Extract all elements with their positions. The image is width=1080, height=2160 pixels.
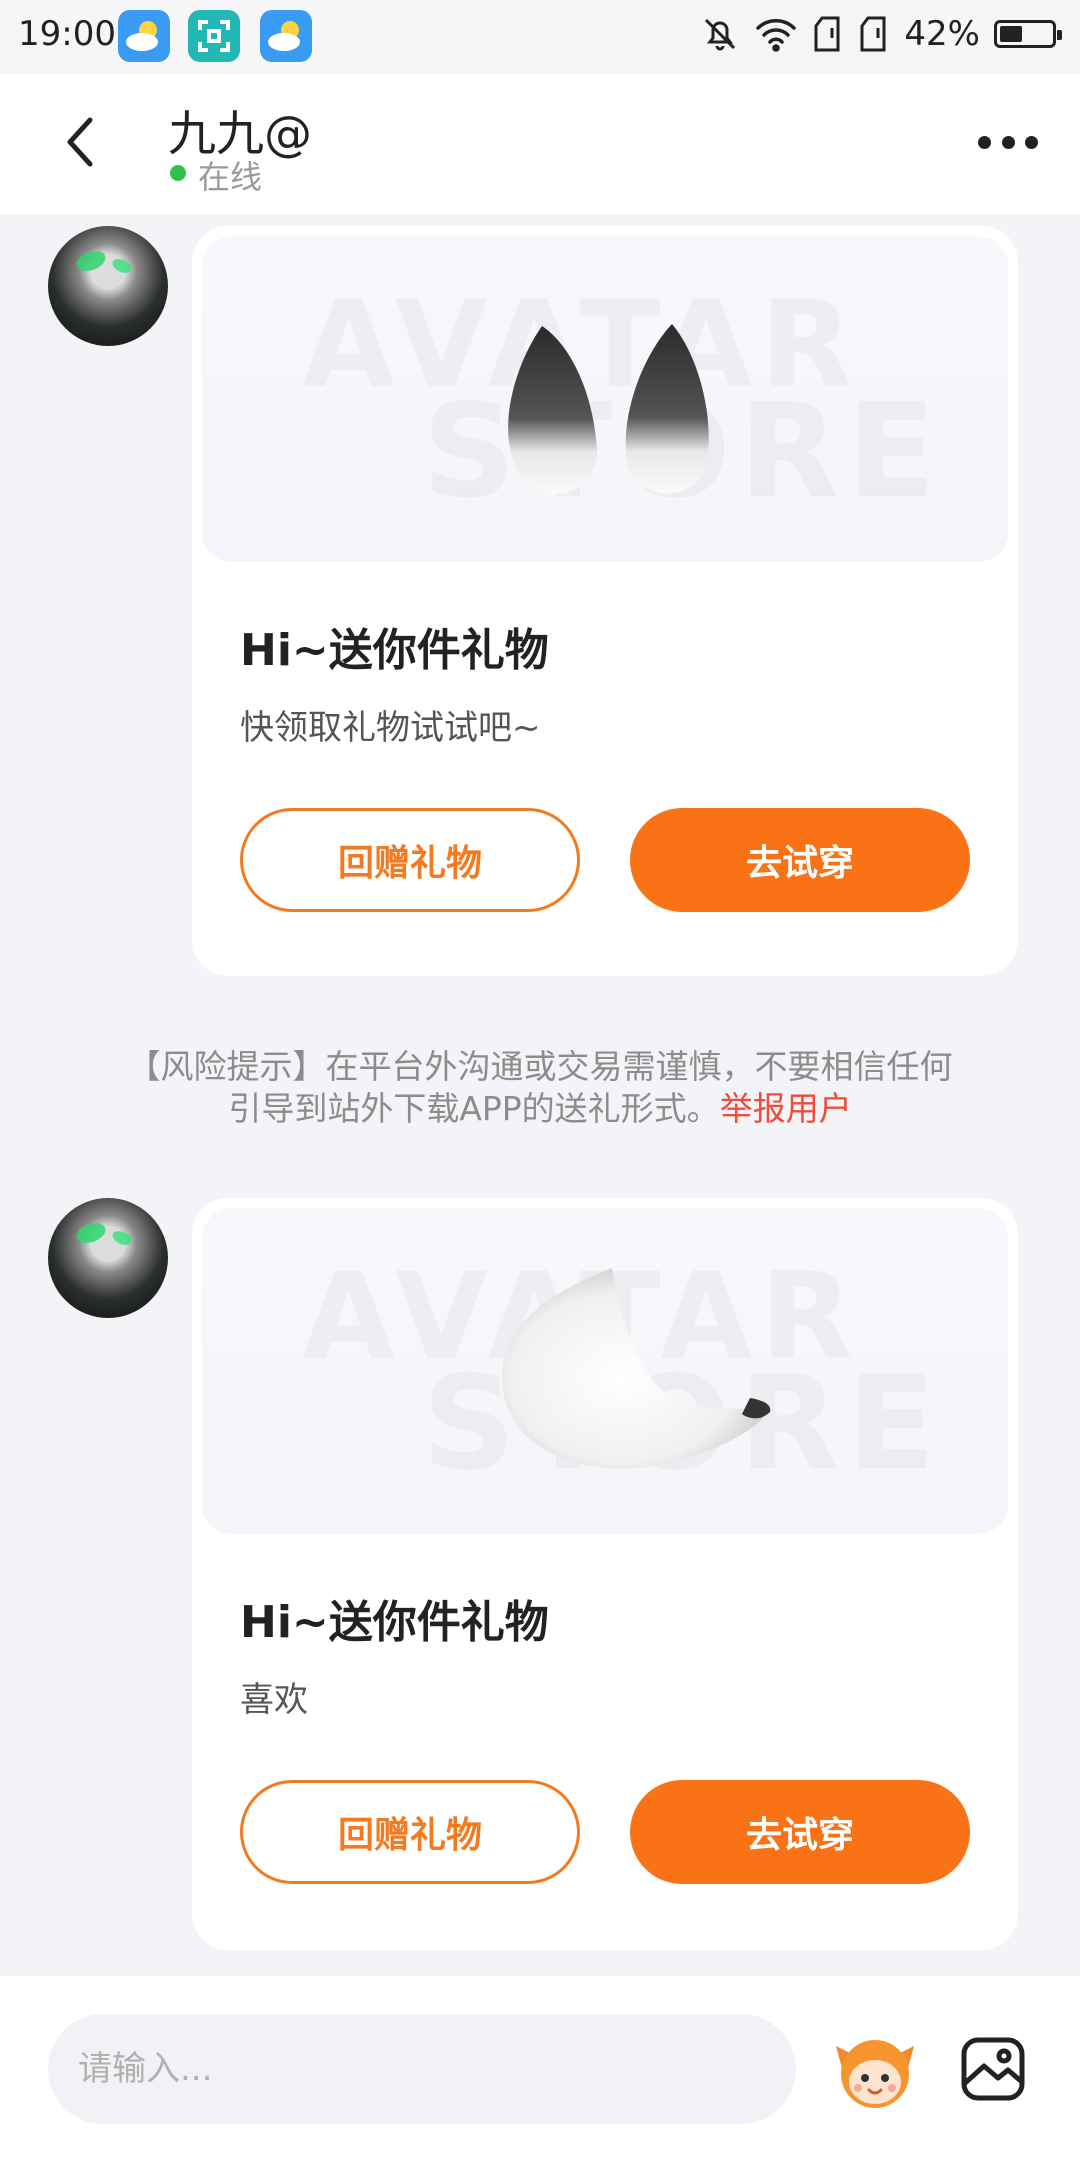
chevron-left-icon <box>67 117 93 167</box>
weather-icon <box>118 10 170 62</box>
message-input[interactable] <box>48 2014 796 2124</box>
mascot-emoji-icon <box>836 2040 914 2108</box>
gift-image[interactable]: AVATAR STORE <box>202 1208 1008 1534</box>
fox-tail-image <box>502 1268 771 1469</box>
status-bar: 19:00 42% <box>0 0 1080 74</box>
gift-image[interactable]: AVATAR STORE <box>202 236 1008 562</box>
sim-icon <box>860 16 886 52</box>
gift-card: AVATAR STORE Hi~送你件礼物 快领取礼物试试吧~ 回赠礼物 去试穿 <box>192 226 1018 976</box>
battery-icon <box>994 20 1062 48</box>
risk-notice: 【风险提示】在平台外沟通或交易需谨慎，不要相信任何 引导到站外下载APP的送礼形… <box>80 1046 1000 1130</box>
gift-title: Hi~送你件礼物 <box>240 625 549 676</box>
online-status: 在线 <box>198 158 263 196</box>
sender-avatar[interactable] <box>48 226 168 346</box>
more-dot <box>1025 135 1038 149</box>
back-button[interactable] <box>58 112 108 172</box>
gift-message: 快领取礼物试试吧~ <box>240 708 541 748</box>
online-indicator <box>170 165 186 181</box>
more-dot <box>1001 135 1015 149</box>
more-dots-icon <box>978 135 991 149</box>
input-bar <box>0 1976 1080 2160</box>
return-gift-button[interactable]: 回赠礼物 <box>240 1780 580 1884</box>
more-options-button[interactable] <box>978 130 1038 154</box>
risk-notice-text: 引导到站外下载APP的送礼形式。 <box>228 1089 720 1128</box>
return-gift-button[interactable]: 回赠礼物 <box>240 808 580 912</box>
risk-notice-line1: 【风险提示】在平台外沟通或交易需谨慎，不要相信任何 <box>127 1047 953 1086</box>
emoji-button[interactable] <box>832 2028 918 2114</box>
chat-header: 九九@ 在线 <box>0 74 1080 214</box>
sender-avatar[interactable] <box>48 1198 168 1318</box>
try-on-button[interactable]: 去试穿 <box>630 1780 970 1884</box>
gift-card: AVATAR STORE Hi~送你件礼物 喜欢 回赠礼物 去试穿 <box>192 1198 1018 1950</box>
report-user-link[interactable]: 举报用户 <box>720 1089 852 1128</box>
fox-ears-image <box>508 324 709 494</box>
image-button[interactable] <box>958 2034 1028 2104</box>
scan-icon <box>188 10 240 62</box>
try-on-button[interactable]: 去试穿 <box>630 808 970 912</box>
battery-percent: 42% <box>904 14 980 54</box>
sim-icon <box>814 16 840 52</box>
wifi-icon <box>756 19 797 52</box>
bell-off-icon <box>705 18 736 51</box>
status-indicators: 42% <box>700 14 1062 54</box>
image-icon <box>961 2037 1025 2101</box>
gift-title: Hi~送你件礼物 <box>240 1597 549 1648</box>
status-time: 19:00 <box>18 14 116 54</box>
risk-notice-line2: 引导到站外下载APP的送礼形式。举报用户 <box>80 1088 1000 1130</box>
weather-icon <box>260 10 312 62</box>
gift-message: 喜欢 <box>240 1680 308 1720</box>
